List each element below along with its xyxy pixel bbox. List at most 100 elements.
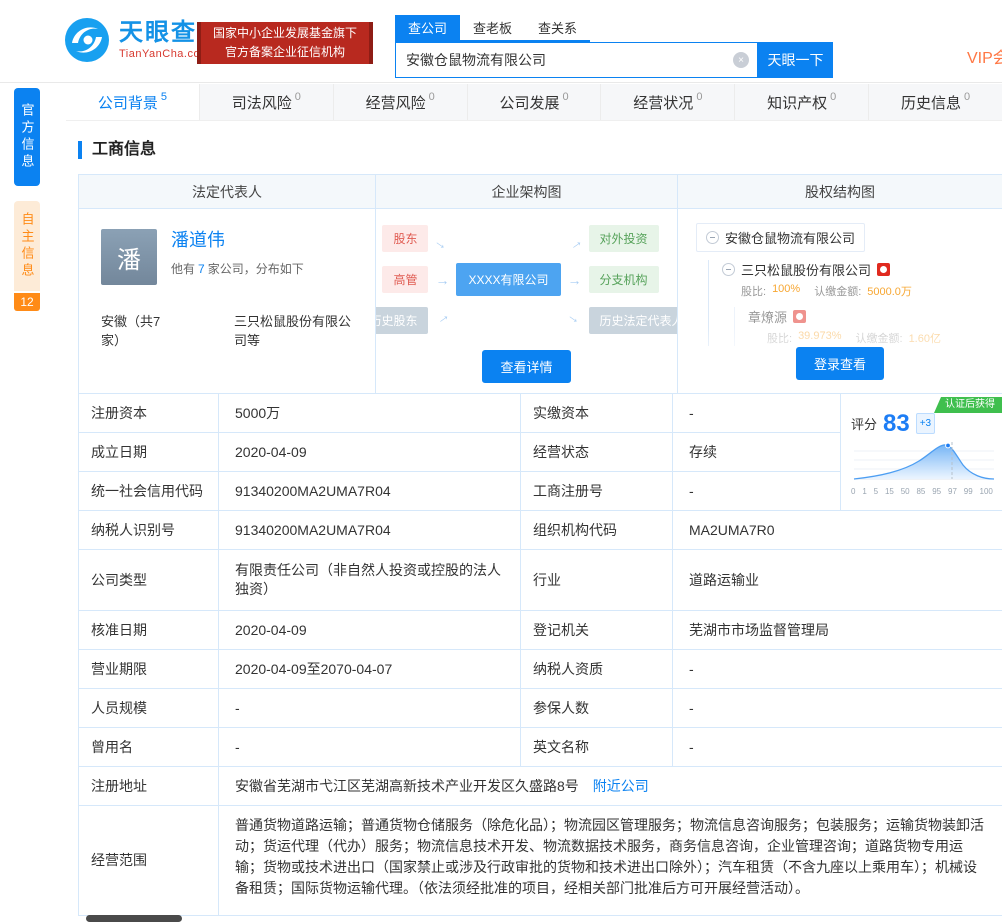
section-nav-tabs: 公司背景 5 司法风险 0 经营风险 0 公司发展 0 经营状况 0 知识产权 0 历史信息… [66, 84, 1002, 121]
address-cell: 安徽省芜湖市弋江区芜湖高新技术产业开发区久盛路8号 附近公司 [219, 767, 1002, 806]
login-view-button[interactable]: 登录查看 [795, 347, 885, 380]
node-history-legal-rep[interactable]: 历史法定代表人 [588, 307, 677, 334]
legal-rep-name-link[interactable]: 潘道伟 [171, 229, 304, 251]
tab-operating-status[interactable]: 经营状况 0 [601, 84, 736, 120]
search-button[interactable]: 天眼一下 [758, 42, 833, 78]
equity-child-node: 三只松鼠股份有限公司 股比: 100% 认缴金额: 5000.0万 章燎源 股比… [722, 260, 988, 346]
view-details-button[interactable]: 查看详情 [482, 350, 571, 383]
row-label: 行业 [521, 550, 673, 611]
row-value: 91340200MA2UMA7R04 [219, 472, 521, 511]
row-label: 人员规模 [79, 689, 219, 728]
equity-grandchild-values: 股比: 39.973% 认缴金额: 1.60亿 [767, 330, 941, 345]
search-tab-company[interactable]: 查公司 [395, 15, 461, 40]
legal-rep-header: 法定代表人 [79, 175, 376, 209]
row-value: - [673, 472, 841, 511]
tab-operation-risk[interactable]: 经营风险 0 [334, 84, 468, 120]
rep-related-company[interactable]: 三只松鼠股份有限公司等 [234, 311, 353, 349]
search-tab-boss[interactable]: 查老板 [460, 15, 525, 40]
arrow-icon [433, 269, 451, 290]
business-scope-cell: 普通货物道路运输；普通货物仓储服务（除危化品）；物流园区管理服务；物流信息咨询服… [219, 806, 1002, 916]
row-label: 核准日期 [79, 611, 219, 650]
node-investments[interactable]: 对外投资 [588, 225, 659, 252]
node-history-shareholders[interactable]: 历史股东 [376, 307, 429, 334]
row-label: 英文名称 [521, 728, 673, 767]
equity-grandchild-row[interactable]: 章燎源 [748, 307, 988, 326]
company-count-link[interactable]: 7 [198, 262, 205, 276]
row-label: 纳税人资质 [521, 650, 673, 689]
row-label: 参保人数 [521, 689, 673, 728]
self-info-count-badge: 12 [14, 293, 40, 311]
business-scope-value: 普通货物道路运输；普通货物仓储服务（除危化品）；物流园区管理服务；物流信息咨询服… [235, 817, 984, 896]
row-value: - [673, 394, 841, 433]
row-label: 注册地址 [79, 767, 219, 806]
equity-child-row[interactable]: 三只松鼠股份有限公司 [722, 260, 988, 279]
nearby-companies-link[interactable]: 附近公司 [593, 777, 649, 796]
side-tabs: 官方信息 自主信息 12 [14, 88, 40, 311]
business-info-table: 注册资本 5000万 实缴资本 - 认证后获得 评分 83 +3 0 1 5 1… [78, 394, 1002, 916]
company-logo-icon [793, 310, 807, 323]
row-value: 2020-04-09至2070-04-07 [219, 650, 521, 689]
structure-panel: 股东 高管 历史股东 XXXX有限公司 对外投资 分支机构 [376, 209, 678, 394]
horizontal-scrollbar-thumb[interactable] [86, 915, 182, 922]
score-distribution-chart [853, 442, 995, 480]
node-shareholders[interactable]: 股东 [382, 225, 429, 252]
row-value: 2020-04-09 [219, 611, 521, 650]
tab-company-background[interactable]: 公司背景 5 [66, 84, 200, 120]
tab-count: 0 [830, 91, 837, 103]
tab-intellectual-property[interactable]: 知识产权 0 [735, 84, 870, 120]
node-executives[interactable]: 高管 [382, 266, 429, 293]
row-label: 登记机关 [521, 611, 673, 650]
certification-badge: 国家中小企业发展基金旗下 官方备案企业征信机构 [197, 22, 374, 64]
clear-icon[interactable] [733, 52, 749, 68]
equity-root-node[interactable]: 安徽仓鼠物流有限公司 [696, 223, 866, 252]
company-logo-icon [877, 263, 891, 276]
row-value: 道路运输业 [673, 550, 1002, 611]
arrow-icon [566, 269, 584, 290]
arrows-left [433, 232, 451, 327]
avatar[interactable]: 潘 [101, 229, 157, 285]
score-value: 83 [883, 410, 910, 437]
tab-history-info[interactable]: 历史信息 0 [869, 84, 1002, 120]
row-value: - [673, 650, 1002, 689]
sidebar-tab-self-info[interactable]: 自主信息 [14, 201, 40, 291]
collapse-icon[interactable] [722, 263, 735, 276]
equity-header: 股权结构图 [678, 175, 1002, 209]
tianyancha-logo-icon [65, 18, 109, 62]
tab-count: 0 [964, 91, 971, 103]
collapse-icon[interactable] [706, 231, 719, 244]
tab-company-development[interactable]: 公司发展 0 [468, 84, 602, 120]
sidebar-tab-official-info[interactable]: 官方信息 [14, 88, 40, 186]
brand-logo[interactable]: 天眼查 TianYanCha.com [64, 17, 210, 63]
search-tab-relation[interactable]: 查关系 [525, 15, 590, 40]
node-company-center: XXXX有限公司 [456, 263, 561, 296]
node-branches[interactable]: 分支机构 [588, 266, 659, 293]
legal-rep-desc: 他有 7 家公司，分布如下 [171, 262, 304, 276]
arrows-right [566, 232, 584, 327]
row-label: 统一社会信用代码 [79, 472, 219, 511]
row-value: 91340200MA2UMA7R04 [219, 511, 521, 550]
row-value: MA2UMA7R0 [673, 511, 1002, 550]
search-input[interactable] [396, 43, 757, 77]
equity-panel: 安徽仓鼠物流有限公司 三只松鼠股份有限公司 股比: 100% 认缴金额: 5000.… [678, 209, 1002, 394]
structure-diagram: 股东 高管 历史股东 XXXX有限公司 对外投资 分支机构 [376, 225, 677, 334]
vip-link[interactable]: VIP会 [967, 44, 1002, 68]
overview-panels: 法定代表人 企业架构图 股权结构图 潘 潘道伟 他有 7 家公司，分布如下 安徽（共… [78, 174, 1002, 394]
row-label: 实缴资本 [521, 394, 673, 433]
score-label: 评分 [851, 416, 878, 432]
tab-count: 0 [562, 91, 569, 103]
row-label: 组织机构代码 [521, 511, 673, 550]
tab-judicial-risk[interactable]: 司法风险 0 [200, 84, 334, 120]
main-content: 公司背景 5 司法风险 0 经营风险 0 公司发展 0 经营状况 0 知识产权 0 历史信息… [66, 84, 1002, 916]
arrow-icon [429, 303, 456, 331]
row-value: 2020-04-09 [219, 433, 521, 472]
row-value: - [673, 689, 1002, 728]
search-area: 查公司 查老板 查关系 天眼一下 [395, 15, 833, 78]
row-value: 芜湖市市场监督管理局 [673, 611, 1002, 650]
certified-ribbon: 认证后获得 [934, 397, 1002, 413]
row-value: 5000万 [219, 394, 521, 433]
tab-count: 5 [160, 91, 167, 103]
arrow-icon [561, 229, 588, 257]
tab-count: 0 [428, 91, 435, 103]
row-value: 有限责任公司（非自然人投资或控股的法人独资） [219, 550, 521, 611]
top-header: 天眼查 TianYanCha.com 国家中小企业发展基金旗下 官方备案企业征信… [0, 0, 1002, 83]
